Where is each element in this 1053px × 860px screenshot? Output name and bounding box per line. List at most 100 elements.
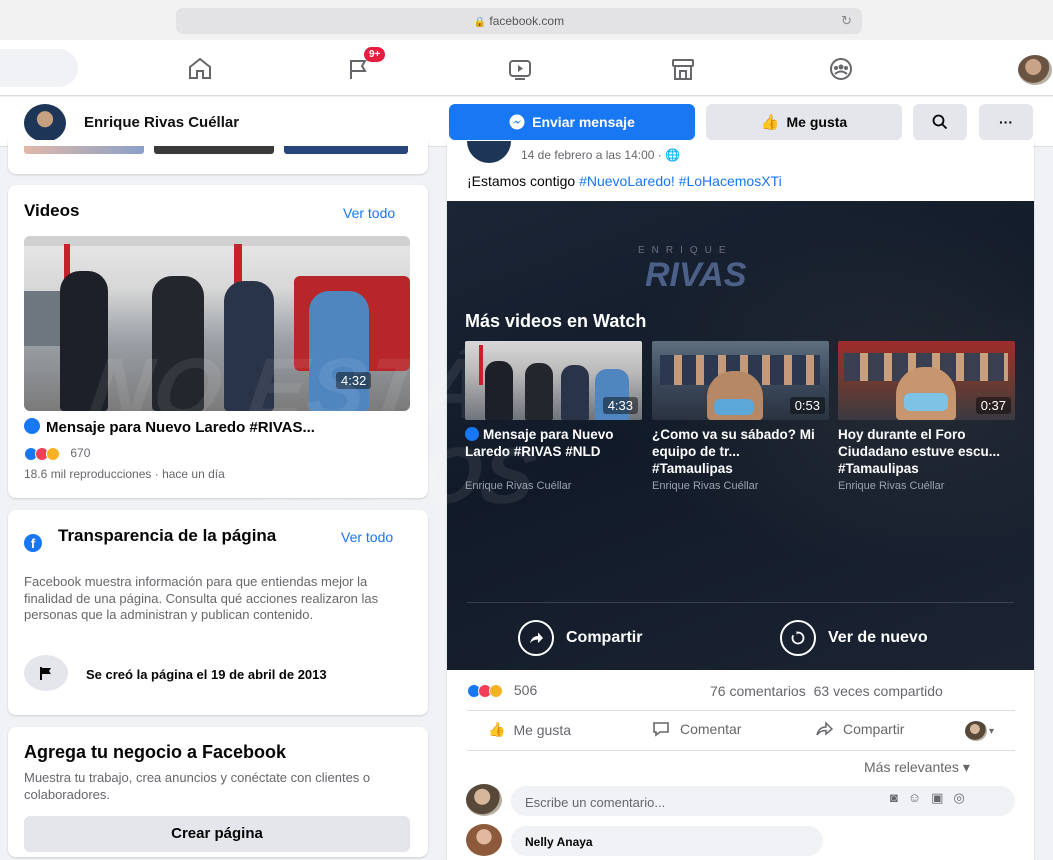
- post-reaction-count: 506: [513, 682, 538, 698]
- more-options-button[interactable]: ···: [979, 104, 1033, 140]
- comment-tools: ◙☺▣◎: [890, 790, 975, 806]
- brand-logo-text: RIVAS: [645, 256, 747, 294]
- watch-icon[interactable]: [503, 54, 537, 84]
- more-icon: ···: [999, 114, 1013, 130]
- videos-heading: Videos: [24, 201, 80, 220]
- page-avatar[interactable]: [24, 104, 66, 142]
- avatar: [965, 721, 987, 741]
- facebook-logo-icon: f: [24, 534, 42, 552]
- hashtag-link[interactable]: #NuevoLaredo!: [579, 173, 675, 189]
- share-icon: [816, 721, 833, 736]
- shares-count-link[interactable]: 63 veces compartido: [814, 683, 943, 699]
- watch-video-title-text: Mensaje para Nuevo Laredo #RIVAS #NLD: [465, 427, 614, 459]
- marketplace-icon[interactable]: [666, 54, 700, 84]
- watch-video-author[interactable]: Enrique Rivas Cuéllar: [652, 480, 758, 492]
- transparency-see-all-link[interactable]: Ver todo: [341, 529, 393, 545]
- page-created-date: Se creó la página el 19 de abril de 2013: [86, 667, 327, 682]
- post-stats: 76 comentarios 63 veces compartido: [710, 683, 943, 699]
- photo-thumb[interactable]: [284, 146, 408, 154]
- globe-icon: [24, 418, 40, 434]
- comment-sort-dropdown[interactable]: Más relevantes ▾: [864, 759, 970, 776]
- divider: [467, 750, 1015, 751]
- watch-video-thumbnail[interactable]: 0:53: [652, 341, 829, 420]
- profile-avatar[interactable]: [1018, 55, 1052, 85]
- more-videos-heading: Más videos en Watch: [465, 311, 647, 331]
- emoji-icon[interactable]: ☺: [908, 790, 931, 805]
- commenter-name[interactable]: Nelly Anaya: [525, 835, 593, 849]
- avatar[interactable]: [466, 824, 502, 856]
- like-post-button[interactable]: 👍 Me gusta: [488, 721, 571, 738]
- lock-icon: 🔒: [473, 17, 487, 28]
- share-label: Compartir: [566, 629, 643, 646]
- reaction-count: 670: [70, 446, 91, 460]
- chevron-down-icon: ▾: [962, 759, 970, 775]
- avatar[interactable]: [466, 784, 502, 816]
- like-label: Me gusta: [513, 721, 572, 738]
- comment-icon: [653, 722, 669, 737]
- gif-icon[interactable]: ▣: [931, 790, 953, 805]
- video-duration: 0:37: [975, 397, 1011, 414]
- business-heading: Agrega tu negocio a Facebook: [24, 742, 287, 762]
- watch-video-title[interactable]: Mensaje para Nuevo Laredo #RIVAS #NLD: [465, 426, 635, 460]
- search-icon: [932, 114, 948, 130]
- photo-thumb[interactable]: [24, 146, 144, 154]
- video-duration: 4:33: [602, 397, 638, 414]
- comment-button[interactable]: Comentar: [652, 721, 741, 737]
- comment-placeholder: Escribe un comentario...: [525, 795, 666, 810]
- like-page-label: Me gusta: [786, 114, 848, 130]
- watch-video-thumbnail[interactable]: 4:33: [465, 341, 642, 420]
- comment-bubble: Nelly Anaya: [511, 826, 823, 856]
- haha-reaction-icon: [46, 446, 60, 461]
- replay-button[interactable]: Ver de nuevo: [780, 618, 928, 658]
- like-page-button[interactable]: 👍 Me gusta: [706, 104, 902, 140]
- create-page-button[interactable]: Crear página: [24, 816, 410, 852]
- watch-video-title[interactable]: Hoy durante el Foro Ciudadano estuve esc…: [838, 426, 1008, 477]
- search-input[interactable]: [0, 49, 78, 87]
- home-icon[interactable]: [183, 53, 217, 83]
- replay-label: Ver de nuevo: [828, 629, 928, 646]
- notification-badge: 9+: [364, 47, 386, 62]
- watch-video-author[interactable]: Enrique Rivas Cuéllar: [838, 480, 944, 492]
- replay-icon: [780, 620, 816, 656]
- brand-text-small: ENRIQUE: [638, 245, 733, 256]
- hashtag-link[interactable]: #LoHacemosXTi: [679, 173, 782, 189]
- comment-label: Comentar: [680, 721, 742, 737]
- divider: [467, 710, 1015, 711]
- share-post-button[interactable]: Compartir: [815, 721, 904, 737]
- thumbs-up-icon: 👍: [760, 114, 780, 131]
- watch-video-thumbnail[interactable]: 0:37: [838, 341, 1015, 420]
- share-arrow-icon: [518, 620, 554, 656]
- haha-reaction-icon: [489, 684, 503, 699]
- video-duration: 0:53: [789, 397, 825, 414]
- watch-video-author[interactable]: Enrique Rivas Cuéllar: [465, 480, 571, 492]
- send-message-button[interactable]: Enviar mensaje: [449, 104, 695, 140]
- address-bar[interactable]: 🔒 facebook.com ↻: [176, 8, 862, 34]
- comments-count-link[interactable]: 76 comentarios: [710, 683, 806, 699]
- post-timestamp[interactable]: 14 de febrero a las 14:00 · 🌐: [521, 148, 680, 162]
- video-meta: 18.6 mil reproducciones · hace un día: [24, 467, 225, 481]
- videos-see-all-link[interactable]: Ver todo: [343, 205, 395, 221]
- post-reactions[interactable]: 506: [467, 682, 538, 699]
- flag-icon: [24, 655, 68, 691]
- browser-toolbar: 🔒 facebook.com ↻: [0, 0, 1053, 40]
- post-as-selector[interactable]: ▾: [965, 721, 994, 741]
- share-label: Compartir: [843, 721, 905, 737]
- photo-thumb[interactable]: [154, 146, 274, 154]
- watch-video-title[interactable]: ¿Como va su sábado? Mi equipo de tr... #…: [652, 426, 822, 477]
- search-page-button[interactable]: [913, 104, 967, 140]
- post-text: ¡Estamos contigo #NuevoLaredo! #LoHacemo…: [467, 173, 782, 189]
- transparency-heading: Transparencia de la página: [58, 526, 277, 545]
- page-name[interactable]: Enrique Rivas Cuéllar: [84, 114, 239, 131]
- share-video-button[interactable]: Compartir: [518, 618, 642, 658]
- video-reactions[interactable]: 670: [24, 446, 90, 461]
- public-icon: 🌐: [665, 148, 681, 162]
- sticker-icon[interactable]: ◙: [890, 790, 908, 805]
- camera-icon[interactable]: ◎: [953, 790, 974, 805]
- thumbs-up-icon: 👍: [488, 721, 506, 737]
- business-description: Muestra tu trabajo, crea anuncios y coné…: [24, 770, 371, 802]
- messenger-icon: [509, 114, 525, 130]
- divider: [467, 602, 1014, 603]
- reload-icon[interactable]: ↻: [841, 8, 852, 34]
- post-date-text: 14 de febrero a las 14:00 ·: [521, 148, 666, 162]
- groups-icon[interactable]: [824, 54, 858, 84]
